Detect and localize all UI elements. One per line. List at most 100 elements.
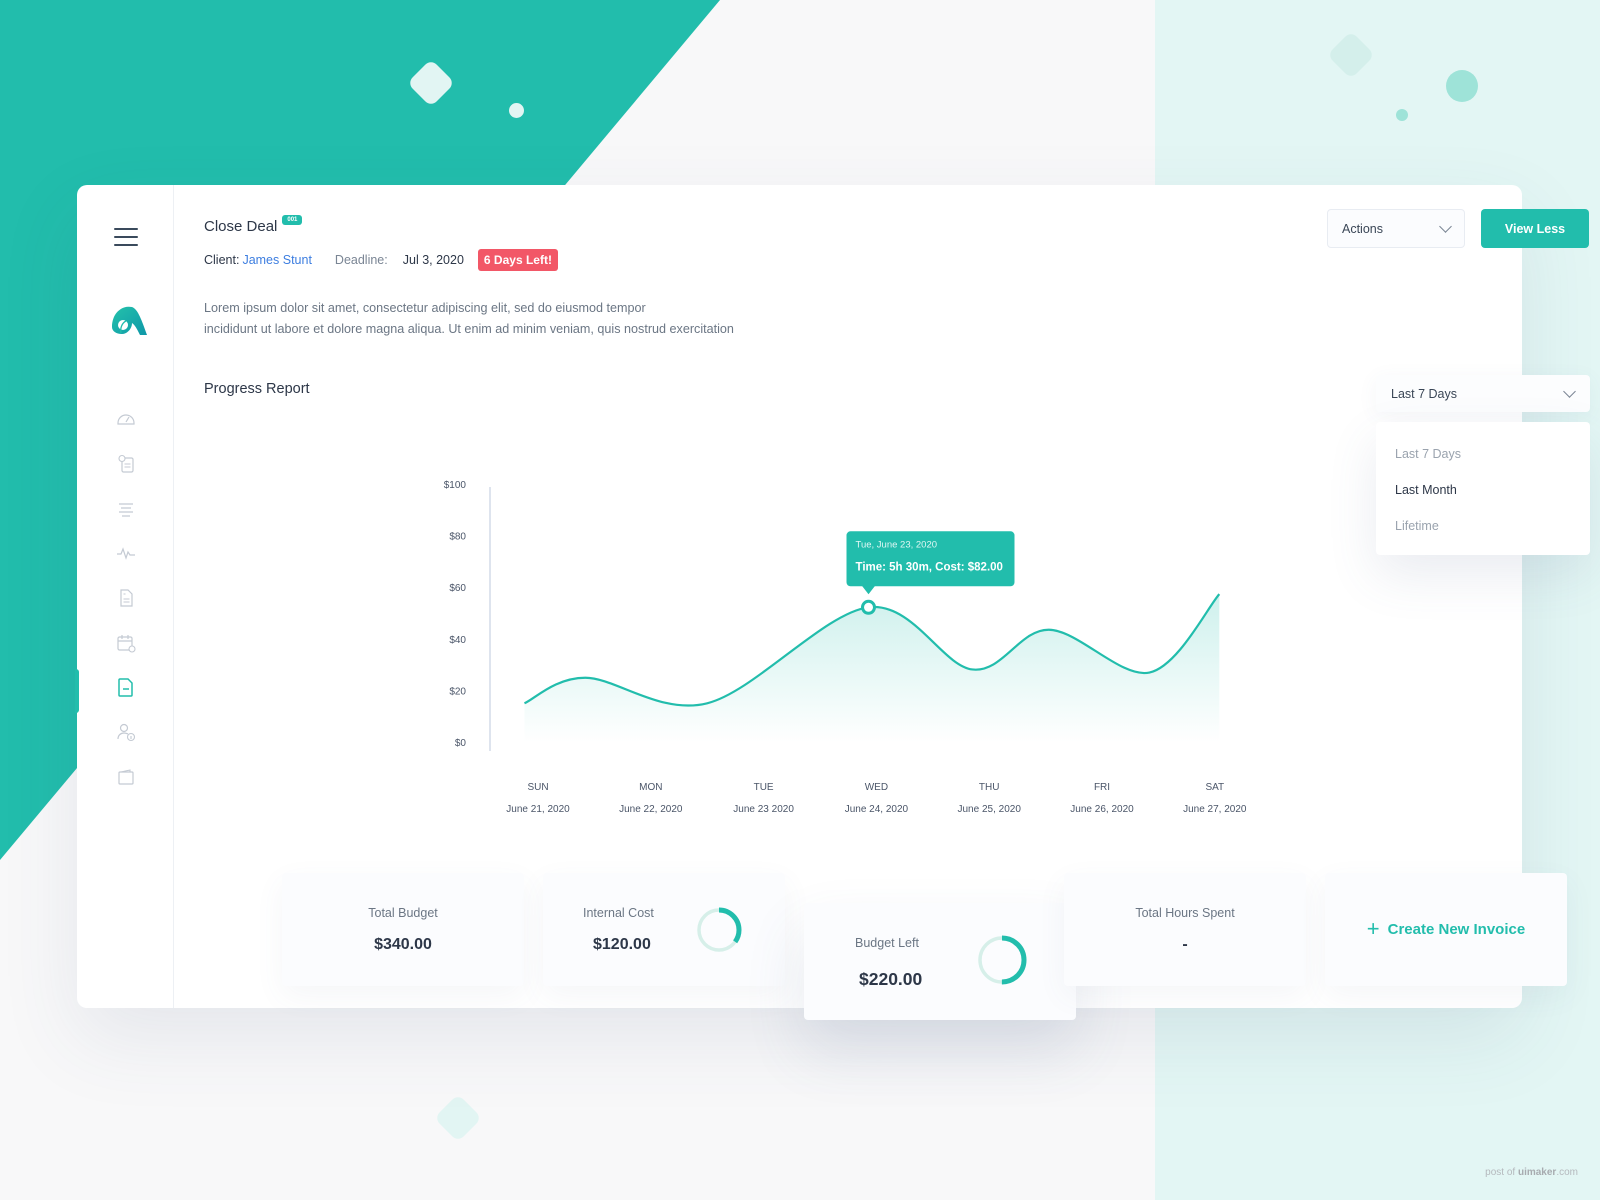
stat-card-internal-cost: Internal Cost $120.00 [543, 873, 785, 986]
x-tick-date-label: June 24, 2020 [845, 804, 909, 815]
progress-report-title: Progress Report [204, 381, 310, 397]
chevron-down-icon [1439, 219, 1452, 233]
x-tick-date-label: June 27, 2020 [1183, 804, 1247, 815]
x-tick-day-label: FRI [1094, 782, 1110, 793]
description-line: incididunt ut labore et dolore magna ali… [204, 322, 734, 336]
chart-tooltip: Tue, June 23, 2020 Time: 5h 30m, Cost: $… [846, 531, 1015, 595]
y-tick-label: $20 [449, 686, 466, 697]
range-dropdown-menu: Last 7 Days Last Month Lifetime [1376, 422, 1590, 555]
range-selected-label: Last 7 Days [1391, 386, 1458, 401]
background-dot [1396, 109, 1408, 121]
stat-value: $340.00 [374, 936, 432, 953]
range-option-lifetime[interactable]: Lifetime [1376, 508, 1590, 544]
range-select[interactable]: Last 7 Days [1376, 375, 1590, 412]
y-tick-label: $80 [449, 532, 466, 543]
document-icon [119, 589, 133, 607]
range-option-last-7-days[interactable]: Last 7 Days [1376, 436, 1590, 472]
x-tick-day-label: THU [979, 782, 1000, 793]
create-invoice-button[interactable]: + Create New Invoice [1325, 873, 1567, 986]
x-tick-day-label: WED [865, 782, 888, 793]
budget-left-ring-chart [977, 935, 1027, 985]
page-title: Close Deal [204, 218, 278, 235]
sidebar-item-users[interactable] [77, 710, 174, 755]
plus-icon: + [1366, 915, 1380, 941]
x-tick-date-label: June 21, 2020 [506, 804, 570, 815]
chart-data-point-highlight[interactable] [861, 599, 877, 615]
sidebar-item-wallet[interactable] [77, 755, 174, 800]
deadline-label: Deadline: [334, 253, 388, 267]
stat-value: - [1182, 936, 1188, 953]
deal-meta: Client: James Stunt Deadline: Jul 3, 202… [204, 249, 558, 271]
sidebar-item-calendar[interactable] [77, 620, 174, 665]
background-diamond [433, 1093, 483, 1143]
internal-cost-ring-chart [696, 907, 742, 953]
stat-value: $220.00 [859, 969, 923, 989]
main-content: Close Deal 001 Client: James Stunt Deadl… [174, 185, 1590, 1020]
sidebar-item-activity[interactable] [77, 531, 174, 576]
y-tick-label: $40 [449, 635, 466, 646]
y-tick-label: $0 [455, 738, 467, 749]
background-dot [509, 103, 524, 118]
title-row: Close Deal 001 [204, 215, 303, 235]
watermark: post of uimaker.com [1485, 1167, 1578, 1178]
sidebar-item-tasks[interactable] [77, 442, 174, 487]
activity-pulse-icon [116, 547, 135, 561]
deal-card: Close Deal 001 Client: James Stunt Deadl… [75, 185, 1590, 1020]
stat-card-budget-left: Budget Left $220.00 [804, 903, 1076, 1020]
client-name-link[interactable]: James Stunt [242, 253, 311, 267]
app-logo[interactable] [110, 303, 148, 337]
x-tick-day-label: SAT [1205, 782, 1224, 793]
sidebar-nav [75, 397, 174, 800]
stat-card-total-hours: Total Hours Spent - [1064, 873, 1306, 986]
x-tick-day-label: TUE [754, 782, 774, 793]
y-tick-label: $100 [444, 480, 467, 491]
create-invoice-label: Create New Invoice [1387, 921, 1526, 938]
x-tick-date-label: June 25, 2020 [958, 804, 1022, 815]
x-tick-date-label: June 23 2020 [733, 804, 794, 815]
tooltip-arrow [861, 585, 876, 595]
deal-id-badge: 001 [282, 215, 303, 225]
hamburger-menu-button[interactable] [114, 228, 138, 248]
hamburger-icon [114, 228, 138, 230]
deadline-value: Jul 3, 2020 [402, 253, 464, 267]
actions-label: Actions [1342, 221, 1383, 236]
file-icon [117, 678, 133, 698]
chevron-down-icon [1563, 384, 1576, 398]
watermark-brand: uimaker [1517, 1167, 1557, 1178]
align-center-icon [118, 503, 133, 517]
clipboard-clock-icon [117, 454, 134, 473]
calendar-check-icon [116, 634, 136, 653]
watermark-prefix: post of [1485, 1167, 1518, 1178]
y-tick-label: $60 [449, 583, 466, 594]
background-dot [1446, 70, 1478, 102]
user-info-icon [116, 724, 135, 742]
client-label: Client: [204, 253, 240, 267]
hamburger-icon-line [114, 244, 138, 246]
tooltip-text: Time: 5h 30m, Cost: $82.00 [856, 561, 1003, 573]
x-tick-day-label: SUN [527, 782, 548, 793]
watermark-suffix: .com [1556, 1167, 1578, 1178]
stat-label: Total Hours Spent [1135, 906, 1235, 920]
sidebar-item-documents[interactable] [77, 576, 174, 621]
stat-label: Budget Left [855, 936, 919, 950]
progress-chart: $0 $20 $40 $60 $80 $100 SUN June 21, 2020 MON Ju… [444, 480, 1247, 815]
speedometer-icon [116, 414, 135, 425]
sidebar-item-invoices[interactable] [75, 665, 174, 713]
stat-label: Total Budget [368, 906, 438, 920]
chart-area-fill [524, 594, 1220, 743]
stat-label: Internal Cost [583, 906, 654, 920]
actions-dropdown[interactable]: Actions [1327, 209, 1465, 248]
wallet-icon [117, 769, 134, 785]
stat-value: $120.00 [593, 936, 651, 953]
days-left-badge: 6 Days Left! [477, 249, 558, 271]
sidebar-item-dashboard[interactable] [77, 397, 174, 442]
x-tick-date-label: June 22, 2020 [619, 804, 683, 815]
range-option-last-month[interactable]: Last Month [1376, 472, 1590, 508]
x-tick-date-label: June 26, 2020 [1070, 804, 1134, 815]
view-less-button[interactable]: View Less [1481, 209, 1589, 248]
description-line: Lorem ipsum dolor sit amet, consectetur … [204, 301, 646, 315]
sidebar [75, 185, 174, 1008]
tooltip-date: Tue, June 23, 2020 [856, 539, 938, 550]
sidebar-item-list[interactable] [77, 486, 174, 531]
x-tick-day-label: MON [639, 782, 662, 793]
